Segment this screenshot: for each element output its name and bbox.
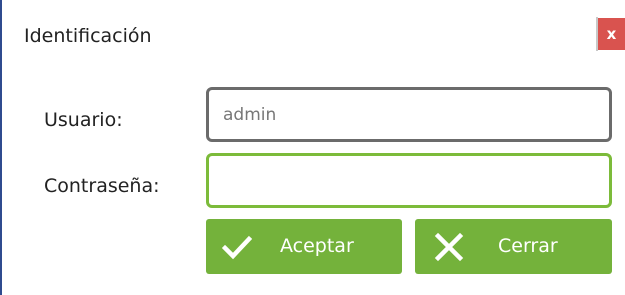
password-input[interactable]: [206, 153, 612, 208]
close-window-button[interactable]: x: [598, 18, 625, 50]
login-dialog: Identificación x Usuario: Contraseña: Ac…: [0, 0, 625, 295]
x-icon: [434, 232, 464, 262]
check-icon: [222, 235, 252, 260]
password-label: Contraseña:: [44, 175, 160, 197]
cancel-button-label: Cerrar: [498, 235, 558, 257]
username-input[interactable]: [206, 87, 612, 142]
cancel-button[interactable]: Cerrar: [415, 219, 612, 274]
username-label: Usuario:: [44, 109, 123, 131]
window-border: [0, 0, 2, 295]
dialog-title: Identificación: [24, 25, 152, 47]
accept-button[interactable]: Aceptar: [206, 219, 402, 274]
accept-button-label: Aceptar: [280, 235, 354, 257]
